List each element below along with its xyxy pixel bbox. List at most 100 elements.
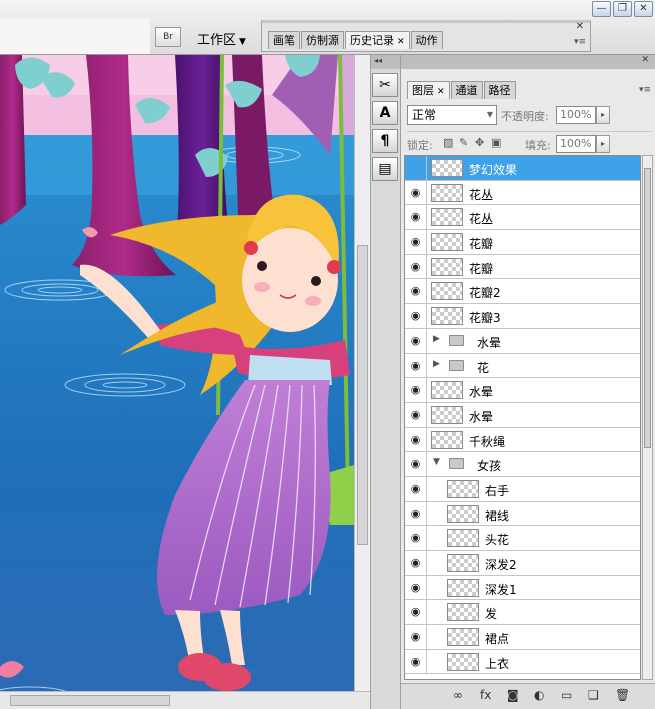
layer-thumbnail <box>431 183 463 202</box>
layer-list-scrollbar[interactable] <box>642 155 653 680</box>
visibility-eye-icon[interactable]: ◉ <box>405 353 427 378</box>
visibility-eye-icon[interactable]: ◉ <box>405 452 427 476</box>
visibility-eye-icon[interactable]: ◉ <box>405 230 427 254</box>
expand-right-icon[interactable]: ▶ <box>433 334 440 344</box>
close-button[interactable]: ✕ <box>634 1 653 17</box>
canvas-horizontal-scrollbar[interactable] <box>0 691 370 709</box>
layer-row[interactable]: ◉ 发 <box>405 600 640 626</box>
layer-comps-tool-icon[interactable]: ▤ <box>372 157 398 181</box>
layer-row[interactable]: ◉ 水晕 <box>405 378 640 403</box>
panel-menu-icon[interactable]: ▾≡ <box>639 85 651 95</box>
layer-group-row[interactable]: ◉ ▼ 女孩 <box>405 452 640 477</box>
tab-layers[interactable]: 图层 ✕ <box>407 81 450 99</box>
layer-row[interactable]: ◉ 水晕 <box>405 402 640 428</box>
layer-row[interactable]: ◉ 花瓣3 <box>405 304 640 329</box>
tab-channels[interactable]: 通道 <box>450 81 483 99</box>
dock-tab[interactable]: 历史记录 ✕ <box>345 31 410 49</box>
opacity-field[interactable]: 100% <box>556 106 596 124</box>
layer-name: 千秋绳 <box>469 434 506 449</box>
visibility-eye-icon[interactable]: ◉ <box>405 476 427 501</box>
blend-mode-select[interactable]: 正常 ▼ <box>407 105 497 125</box>
restore-button[interactable]: ❐ <box>613 1 632 17</box>
layer-row[interactable]: ◉ 花丛 <box>405 180 640 206</box>
opacity-slider-button[interactable]: ▸ <box>596 106 610 124</box>
fill-slider-button[interactable]: ▸ <box>596 135 610 153</box>
visibility-eye-icon[interactable]: ◉ <box>405 649 427 674</box>
visibility-eye-icon[interactable]: ◉ <box>405 501 427 526</box>
add-mask-icon[interactable]: ◙ <box>507 688 519 702</box>
visibility-eye-icon[interactable]: ◉ <box>405 180 427 205</box>
visibility-eye-icon[interactable]: ◉ <box>405 304 427 328</box>
visibility-eye-icon[interactable]: ◉ <box>405 205 427 230</box>
visibility-eye-icon[interactable]: ◉ <box>405 402 427 427</box>
paragraph-tool-icon[interactable]: ¶ <box>372 129 398 153</box>
brush-tool-icon[interactable]: ✂ <box>372 73 398 97</box>
dock-tab[interactable]: 仿制源 <box>301 31 344 49</box>
layer-group-row[interactable]: ◉ ▶ 花 <box>405 353 640 379</box>
visibility-eye-icon[interactable]: 👁 <box>405 156 427 180</box>
chevron-down-icon: ▼ <box>239 37 246 47</box>
visibility-eye-icon[interactable]: ◉ <box>405 575 427 600</box>
layer-name: 花丛 <box>469 187 494 202</box>
layer-row[interactable]: ◉ 花瓣 <box>405 230 640 255</box>
visibility-eye-icon[interactable]: ◉ <box>405 600 427 625</box>
tab-paths[interactable]: 路径 <box>483 81 516 99</box>
layer-row[interactable]: ◉ 千秋绳 <box>405 427 640 453</box>
visibility-eye-icon[interactable]: ◉ <box>405 279 427 304</box>
layer-row[interactable]: ◉ 头花 <box>405 526 640 551</box>
visibility-eye-icon[interactable]: ◉ <box>405 526 427 550</box>
close-tab-icon[interactable]: ✕ <box>397 37 405 47</box>
dock-tab[interactable]: 动作 <box>410 31 443 49</box>
layer-row[interactable]: ◉ 右手 <box>405 476 640 502</box>
layer-style-icon[interactable]: fx <box>480 688 491 702</box>
fill-field[interactable]: 100% <box>556 135 596 153</box>
visibility-eye-icon[interactable]: ◉ <box>405 378 427 402</box>
expand-right-icon[interactable]: ▶ <box>433 359 440 369</box>
layer-row[interactable]: ◉ 深发1 <box>405 575 640 601</box>
character-tool-icon[interactable]: A <box>372 101 398 125</box>
layer-row[interactable]: ◉ 裙点 <box>405 625 640 650</box>
workspace-menu[interactable]: 工作区 ▼ <box>197 29 246 48</box>
scroll-thumb[interactable] <box>357 245 368 545</box>
layer-row[interactable]: 👁 梦幻效果 <box>405 156 640 181</box>
minimize-button[interactable]: — <box>592 1 611 17</box>
dock-collapse-handle[interactable]: ◂◂ <box>371 55 400 69</box>
delete-layer-icon[interactable]: 🗑 <box>615 688 630 702</box>
close-icon[interactable]: ✕ <box>641 55 649 65</box>
new-layer-icon[interactable]: ❏ <box>588 688 599 702</box>
panel-menu-icon[interactable]: ▾≡ <box>574 37 586 47</box>
expand-down-icon[interactable]: ▼ <box>433 457 440 467</box>
layer-row[interactable]: ◉ 裙线 <box>405 501 640 527</box>
visibility-eye-icon[interactable]: ◉ <box>405 625 427 649</box>
close-icon[interactable]: ✕ <box>576 21 584 32</box>
lock-all-icon[interactable]: ▣ <box>491 136 501 149</box>
layer-row[interactable]: ◉ 花瓣 <box>405 254 640 280</box>
new-group-icon[interactable]: ▭ <box>561 688 572 702</box>
close-tab-icon[interactable]: ✕ <box>437 87 445 97</box>
layer-row[interactable]: ◉ 深发2 <box>405 551 640 576</box>
layer-row[interactable]: ◉ 上衣 <box>405 649 640 675</box>
scroll-thumb[interactable] <box>644 168 651 448</box>
layer-thumbnail <box>447 504 479 523</box>
layer-name: 水晕 <box>477 335 502 350</box>
layer-row[interactable]: ◉ 花瓣2 <box>405 279 640 305</box>
lock-position-icon[interactable]: ✥ <box>475 136 484 149</box>
visibility-eye-icon[interactable]: ◉ <box>405 254 427 279</box>
fill-label: 填充: <box>525 139 551 152</box>
lock-transparency-icon[interactable]: ▨ <box>443 136 453 149</box>
dock-tab[interactable]: 画笔 <box>268 31 300 49</box>
visibility-eye-icon[interactable]: ◉ <box>405 551 427 575</box>
adjustment-layer-icon[interactable]: ◐ <box>534 688 544 702</box>
launch-bridge-button[interactable]: Br <box>155 27 181 47</box>
layer-row[interactable]: ◉ 花丛 <box>405 205 640 231</box>
visibility-eye-icon[interactable]: ◉ <box>405 427 427 452</box>
link-layers-icon[interactable]: ∞ <box>453 688 463 702</box>
document-canvas[interactable] <box>0 55 354 691</box>
lock-paint-icon[interactable]: ✎ <box>459 136 468 149</box>
visibility-eye-icon[interactable]: ◉ <box>405 328 427 353</box>
layer-group-row[interactable]: ◉ ▶ 水晕 <box>405 328 640 354</box>
layer-thumbnail <box>447 652 479 671</box>
canvas-vertical-scrollbar[interactable] <box>354 55 370 691</box>
layer-name: 发 <box>485 607 498 622</box>
scroll-thumb[interactable] <box>10 695 170 706</box>
